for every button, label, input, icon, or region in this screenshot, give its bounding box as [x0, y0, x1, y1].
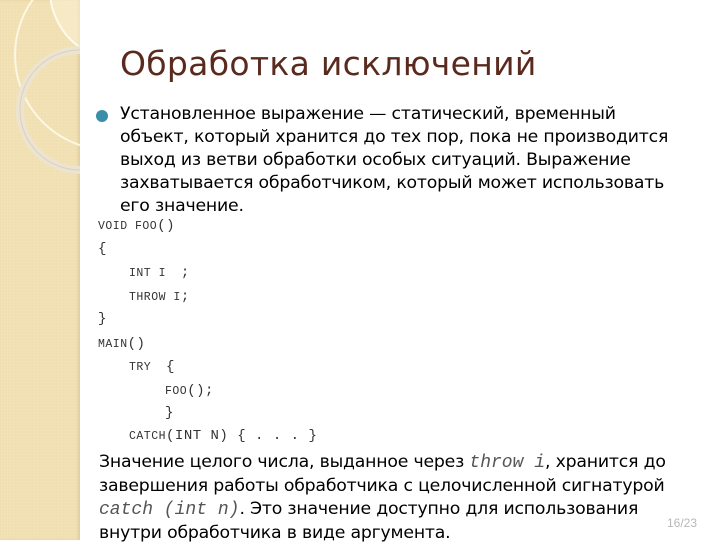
bullet-line: его значение. [120, 196, 244, 216]
code-line: VOID FOO() [98, 218, 175, 234]
code-punct: (); [187, 383, 214, 399]
bullet-icon [96, 110, 108, 122]
text-run: Значение целого числа, выданное через [99, 452, 470, 472]
explanation-line: завершения работы обработчика с целочисл… [99, 476, 665, 496]
code-punct: () [127, 336, 146, 352]
inline-code: catch (int n) [99, 500, 240, 520]
code-line: } [165, 405, 174, 421]
code-keyword: INT I [129, 267, 174, 280]
bullet-line: захватывается обработчиком, который може… [120, 173, 665, 193]
text-run: , хранится до [545, 452, 666, 472]
code-punct: (INT N) { . . . } [166, 428, 318, 444]
code-line: INT I ; [129, 265, 190, 281]
page-number: 16/23 [667, 516, 698, 530]
inline-code: throw i [469, 453, 546, 473]
code-line: FOO(); [165, 383, 214, 399]
code-keyword: THROW I [129, 291, 181, 304]
code-keyword: CATCH [129, 430, 167, 443]
code-line: MAIN() [98, 336, 145, 352]
explanation-line: catch (int n). Это значение доступно для… [99, 498, 720, 522]
code-line: CATCH(INT N) { . . . } [129, 428, 317, 444]
code-line: } [98, 311, 107, 327]
code-punct: { [166, 359, 175, 375]
code-keyword: FOO [165, 385, 188, 398]
code-line: THROW I; [129, 289, 190, 305]
code-punct: } [165, 405, 174, 421]
decorative-sidebar [0, 0, 80, 540]
code-punct: () [157, 218, 176, 234]
code-line: TRY { [129, 359, 175, 375]
code-punct: } [98, 311, 107, 327]
code-punct: ; [180, 265, 190, 281]
explanation-line: внутри обработчика в виде аргумента. [99, 523, 451, 543]
text-run: . Это значение доступно для использовани… [239, 499, 639, 519]
code-keyword: MAIN [98, 338, 128, 351]
bullet-paragraph: Установленное выражение — статический, в… [120, 103, 720, 218]
slide-title: Обработка исключений [120, 44, 537, 83]
decorative-rings-icon [14, 0, 80, 174]
code-keyword: TRY [129, 361, 159, 374]
bullet-line: выход из ветви обработки особых ситуаций… [120, 150, 631, 170]
code-line: { [98, 241, 107, 257]
explanation-line: Значение целого числа, выданное через th… [99, 451, 720, 475]
code-keyword: VOID FOO [98, 220, 158, 233]
bullet-line: Установленное выражение — статический, в… [120, 104, 616, 124]
code-punct: { [98, 241, 107, 257]
explanation-paragraph: Значение целого числа, выданное через th… [99, 451, 720, 545]
bullet-line: объект, который хранится до тех пор, пок… [120, 127, 669, 147]
code-punct: ; [180, 289, 190, 305]
